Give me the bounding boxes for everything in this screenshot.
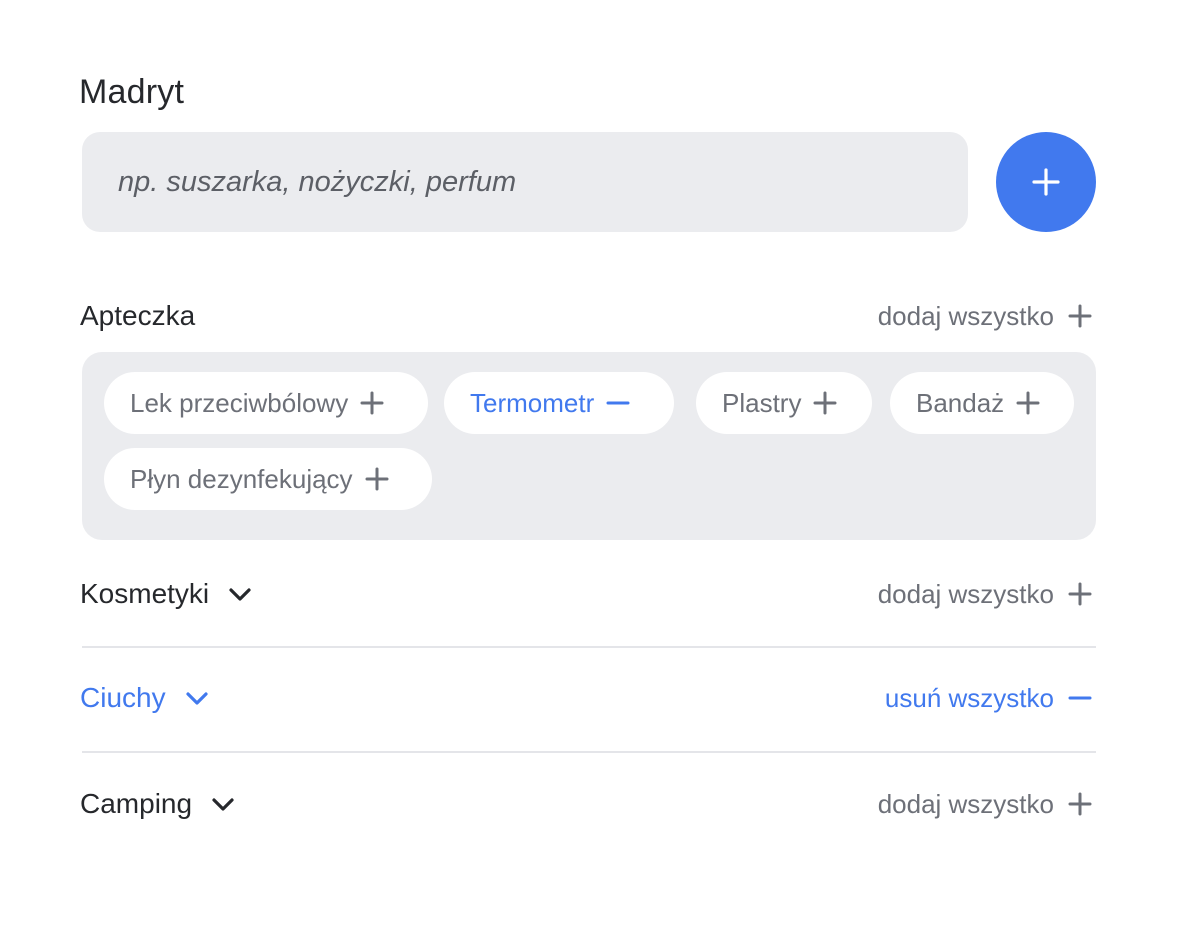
section-toggle-kosmetyki[interactable]: Kosmetyki bbox=[80, 572, 253, 616]
plus-icon bbox=[1068, 792, 1092, 816]
remove-all-ciuchy-button[interactable]: usuń wszystko bbox=[885, 676, 1092, 720]
chip-lek-przeciwbolowy[interactable]: Lek przeciwbólowy bbox=[104, 372, 428, 434]
remove-all-label: usuń wszystko bbox=[884, 683, 1054, 713]
plus-icon bbox=[365, 467, 389, 491]
apteczka-items-panel: Lek przeciwbólowy Termometr Plastry Band… bbox=[82, 352, 1096, 540]
minus-icon bbox=[1068, 696, 1092, 700]
section-apteczka-header: Apteczka dodaj wszystko bbox=[80, 294, 1096, 338]
plus-icon bbox=[360, 391, 384, 415]
section-camping-header[interactable]: Camping dodaj wszystko bbox=[80, 782, 1096, 826]
plus-icon bbox=[1068, 304, 1092, 328]
section-title: Apteczka bbox=[80, 300, 196, 331]
plus-icon bbox=[1068, 582, 1092, 606]
add-all-camping-button[interactable]: dodaj wszystko bbox=[878, 782, 1092, 826]
plus-icon bbox=[1016, 391, 1040, 415]
add-all-label: dodaj wszystko bbox=[877, 789, 1054, 819]
chip-label: Płyn dezynfekujący bbox=[130, 463, 353, 494]
section-title: Kosmetyki bbox=[80, 578, 210, 609]
section-title: Camping bbox=[80, 788, 193, 819]
chip-label: Lek przeciwbólowy bbox=[130, 387, 349, 418]
section-toggle-ciuchy[interactable]: Ciuchy bbox=[80, 676, 210, 720]
chip-bandaz[interactable]: Bandaż bbox=[890, 372, 1074, 434]
section-kosmetyki-header[interactable]: Kosmetyki dodaj wszystko bbox=[80, 572, 1096, 616]
page-title: Madryt bbox=[79, 73, 185, 111]
section-title: Ciuchy bbox=[80, 682, 166, 713]
chip-label: Bandaż bbox=[916, 387, 1005, 418]
chip-termometr[interactable]: Termometr bbox=[444, 372, 674, 434]
add-all-label: dodaj wszystko bbox=[877, 579, 1054, 609]
chip-plyn-dezynfekujacy[interactable]: Płyn dezynfekujący bbox=[104, 448, 432, 510]
section-toggle-camping[interactable]: Camping bbox=[80, 782, 236, 826]
chevron-down-icon bbox=[212, 798, 234, 811]
section-ciuchy-header[interactable]: Ciuchy usuń wszystko bbox=[80, 676, 1096, 720]
add-all-kosmetyki-button[interactable]: dodaj wszystko bbox=[878, 572, 1092, 616]
add-item-button[interactable] bbox=[996, 132, 1096, 232]
plus-icon bbox=[813, 391, 837, 415]
add-all-label: dodaj wszystko bbox=[877, 301, 1054, 331]
minus-icon bbox=[606, 401, 630, 405]
chevron-down-icon bbox=[185, 692, 208, 705]
plus-icon bbox=[1032, 168, 1060, 196]
chip-plastry[interactable]: Plastry bbox=[696, 372, 872, 434]
divider bbox=[82, 646, 1096, 648]
add-all-apteczka-button[interactable]: dodaj wszystko bbox=[878, 294, 1092, 338]
chevron-down-icon bbox=[229, 588, 251, 601]
item-search-input[interactable] bbox=[82, 132, 968, 232]
divider bbox=[82, 751, 1096, 753]
chip-label: Termometr bbox=[470, 387, 595, 418]
chip-label: Plastry bbox=[722, 387, 802, 418]
